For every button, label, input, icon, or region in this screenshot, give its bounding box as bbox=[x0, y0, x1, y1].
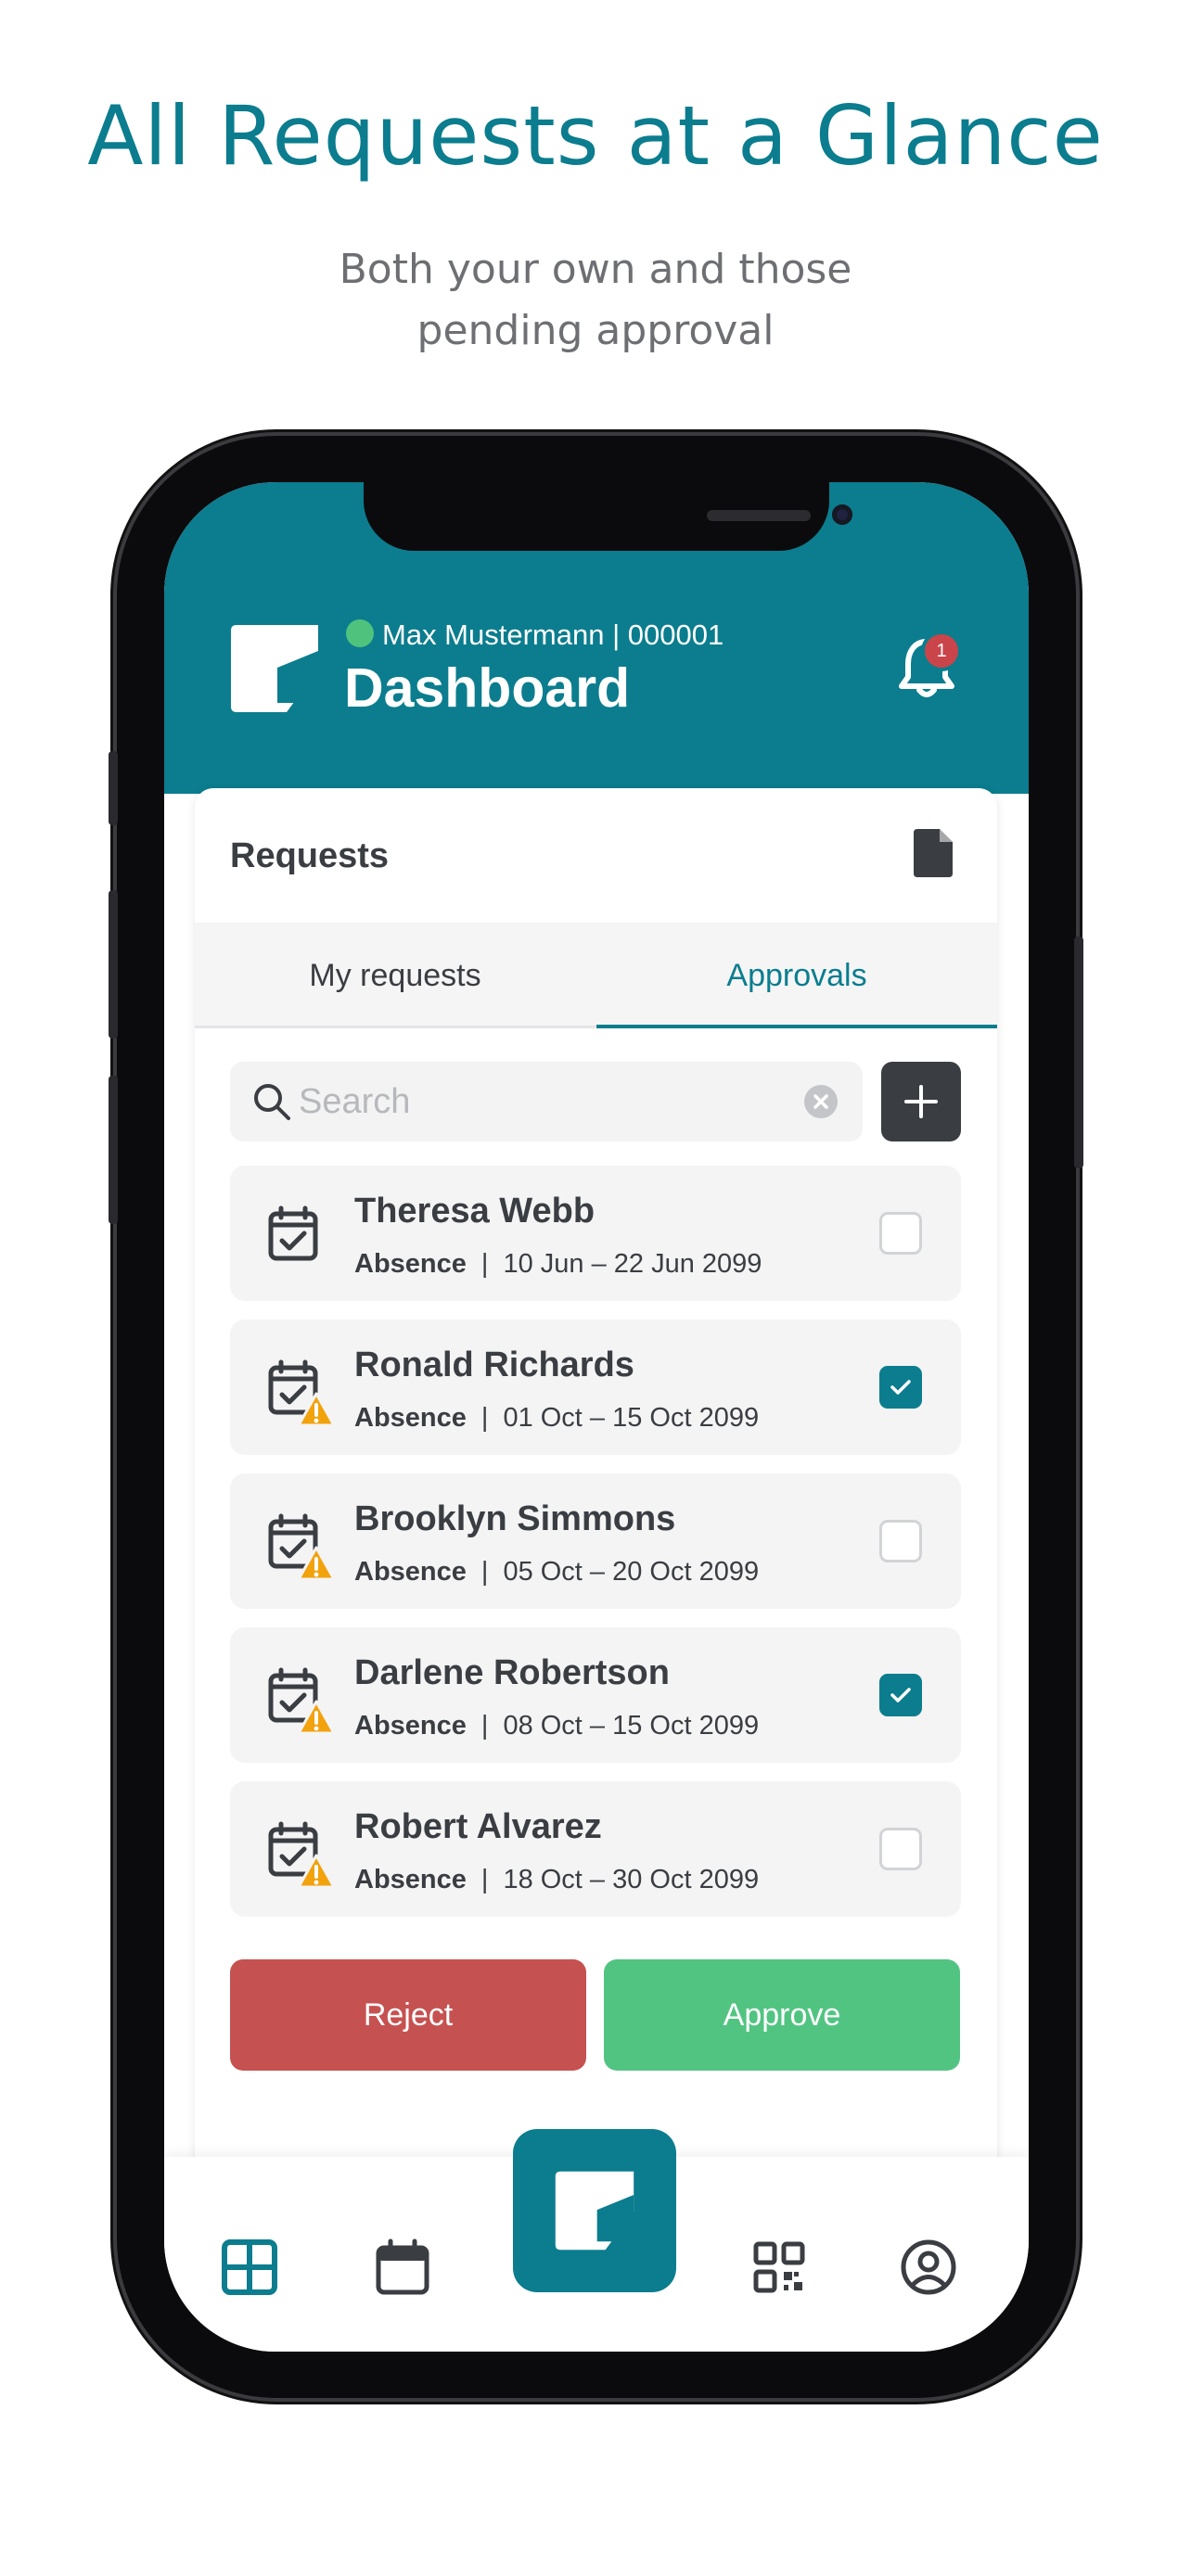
search-box bbox=[230, 1062, 863, 1141]
request-checkbox[interactable] bbox=[879, 1520, 922, 1562]
request-name: Darlene Robertson bbox=[354, 1653, 670, 1692]
calendar-check-icon bbox=[268, 1205, 318, 1261]
request-checkbox[interactable] bbox=[879, 1212, 922, 1255]
request-item[interactable]: Brooklyn Simmons Absence | 05 Oct – 20 Oct… bbox=[230, 1473, 961, 1609]
check-icon bbox=[890, 1688, 911, 1702]
request-name: Brooklyn Simmons bbox=[354, 1499, 676, 1538]
page-title: Dashboard bbox=[344, 657, 631, 719]
clear-icon[interactable] bbox=[803, 1084, 839, 1119]
request-checkbox[interactable] bbox=[879, 1366, 922, 1409]
add-request-button[interactable] bbox=[881, 1062, 961, 1141]
request-checkbox[interactable] bbox=[879, 1828, 922, 1870]
tab-bar: My requests Approvals bbox=[195, 923, 997, 1028]
request-item[interactable]: Darlene Robertson Absence | 08 Oct – 15 Oc… bbox=[230, 1627, 961, 1763]
request-detail: Absence | 08 Oct – 15 Oct 2099 bbox=[354, 1711, 759, 1741]
qr-code-icon[interactable] bbox=[750, 2238, 808, 2296]
calendar-warning-icon bbox=[268, 1821, 336, 1889]
online-status-dot bbox=[346, 619, 374, 647]
separator: | bbox=[480, 1403, 489, 1433]
notification-badge: 1 bbox=[921, 631, 962, 671]
notch bbox=[364, 482, 852, 551]
request-item[interactable]: Ronald Richards Absence | 01 Oct – 15 Oct … bbox=[230, 1320, 961, 1455]
request-detail: Absence | 10 Jun – 22 Jun 2099 bbox=[354, 1249, 762, 1280]
request-type: Absence bbox=[354, 1249, 467, 1279]
separator: | bbox=[480, 1865, 489, 1894]
front-camera bbox=[832, 504, 852, 525]
calendar-warning-icon bbox=[268, 1513, 336, 1581]
request-dates: 08 Oct – 15 Oct 2099 bbox=[503, 1711, 760, 1741]
side-button-volume-down bbox=[109, 1076, 118, 1224]
request-type: Absence bbox=[354, 1557, 467, 1587]
app-logo-icon bbox=[555, 2171, 634, 2251]
request-detail: Absence | 01 Oct – 15 Oct 2099 bbox=[354, 1403, 759, 1434]
request-dates: 18 Oct – 30 Oct 2099 bbox=[503, 1865, 760, 1894]
request-dates: 01 Oct – 15 Oct 2099 bbox=[503, 1403, 760, 1433]
tab-my-requests[interactable]: My requests bbox=[195, 923, 596, 1028]
side-button-power bbox=[1074, 937, 1083, 1168]
reject-button[interactable]: Reject bbox=[230, 1959, 586, 2071]
plus-icon bbox=[904, 1085, 938, 1118]
speaker bbox=[707, 510, 811, 521]
promo-subtitle: Both your own and those pending approval bbox=[339, 246, 852, 354]
separator: | bbox=[480, 1249, 489, 1279]
request-name: Theresa Webb bbox=[354, 1192, 596, 1231]
request-checkbox[interactable] bbox=[879, 1674, 922, 1716]
request-detail: Absence | 05 Oct – 20 Oct 2099 bbox=[354, 1557, 759, 1588]
search-icon bbox=[254, 1084, 290, 1120]
card-title: Requests bbox=[230, 836, 390, 875]
request-type: Absence bbox=[354, 1711, 467, 1741]
request-name: Ronald Richards bbox=[354, 1345, 634, 1384]
separator: | bbox=[480, 1557, 489, 1587]
calendar-warning-icon bbox=[268, 1359, 336, 1427]
request-item[interactable]: Theresa Webb Absence | 10 Jun – 22 Jun 209… bbox=[230, 1166, 961, 1301]
request-type: Absence bbox=[354, 1865, 467, 1894]
promo-title: All Requests at a Glance bbox=[87, 88, 1104, 184]
side-button-silent bbox=[109, 751, 118, 825]
calendar-icon[interactable] bbox=[374, 2238, 431, 2296]
tab-approvals[interactable]: Approvals bbox=[596, 923, 997, 1028]
approve-button[interactable]: Approve bbox=[604, 1959, 960, 2071]
calendar-warning-icon bbox=[268, 1667, 336, 1735]
home-fab[interactable] bbox=[513, 2129, 676, 2292]
phone-screen: Max Mustermann | 000001 Dashboard 1 Requ… bbox=[164, 482, 1029, 2352]
check-icon bbox=[890, 1380, 911, 1395]
search-input[interactable] bbox=[299, 1075, 781, 1129]
side-button-volume-up bbox=[109, 890, 118, 1039]
request-name: Robert Alvarez bbox=[354, 1807, 602, 1846]
request-type: Absence bbox=[354, 1403, 467, 1433]
request-dates: 05 Oct – 20 Oct 2099 bbox=[503, 1557, 760, 1587]
dashboard-icon[interactable] bbox=[221, 2238, 278, 2296]
app-logo-icon bbox=[231, 625, 318, 712]
request-dates: 10 Jun – 22 Jun 2099 bbox=[503, 1249, 762, 1279]
document-icon[interactable] bbox=[914, 829, 953, 877]
user-info: Max Mustermann | 000001 bbox=[382, 618, 724, 651]
request-detail: Absence | 18 Oct – 30 Oct 2099 bbox=[354, 1865, 759, 1895]
separator: | bbox=[480, 1711, 489, 1741]
requests-card: Requests My requests Approvals Search Th… bbox=[195, 788, 997, 2179]
request-item[interactable]: Robert Alvarez Absence | 18 Oct – 30 Oct 2… bbox=[230, 1781, 961, 1917]
profile-icon[interactable] bbox=[900, 2238, 957, 2296]
